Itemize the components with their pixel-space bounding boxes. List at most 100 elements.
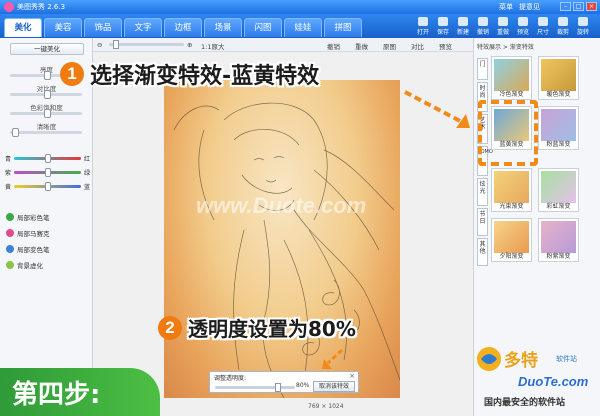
step1-badge: 1 — [60, 62, 84, 86]
tab-frame[interactable]: 边框 — [164, 18, 202, 37]
undo-button[interactable]: 撤销 — [474, 17, 492, 37]
save-button[interactable]: 保存 — [434, 17, 452, 37]
arrow-to-effect-icon — [404, 90, 470, 128]
opacity-knob[interactable] — [275, 383, 281, 392]
zoom-knob[interactable] — [113, 40, 119, 49]
site-logo-url: DuoTe.com — [518, 374, 589, 389]
yellow-blue-slider[interactable]: 黄 蓝 — [5, 182, 90, 191]
effect-thumb-label: 粉紫渐变 — [546, 253, 571, 260]
menu-link[interactable]: 菜单 — [499, 2, 513, 12]
canvas-preview-button[interactable]: 预览 — [439, 41, 452, 51]
tab-beautify[interactable]: 美化 — [4, 18, 42, 37]
size-button[interactable]: 尺寸 — [534, 17, 552, 37]
maximize-button[interactable]: □ — [573, 2, 584, 11]
opacity-panel: 调整透明度: × 80% 取消该特效 — [209, 371, 359, 393]
original-button[interactable]: 原图 — [383, 41, 396, 51]
zoom-slider[interactable] — [109, 40, 184, 49]
site-logo-icon — [477, 347, 501, 371]
effect-thumb-image — [541, 221, 576, 253]
app-logo-icon — [4, 2, 14, 12]
canvas-undo-button[interactable]: 撤销 — [327, 41, 340, 51]
main-tab-bar: 美化 美容 饰品 文字 边框 场景 闪图 娃娃 拼图 打开 保存 新建 撤销 重… — [0, 14, 600, 38]
recolor-pen-label: 局部变色笔 — [17, 246, 50, 254]
effect-thumb-image — [494, 171, 529, 203]
tab-scene[interactable]: 场景 — [204, 18, 242, 37]
cancel-effect-button[interactable]: 取消该特效 — [313, 381, 355, 392]
step1-text: 选择渐变特效-蓝黄特效 — [90, 64, 320, 89]
crop-label: 裁剪 — [556, 29, 569, 36]
tab-collage[interactable]: 拼图 — [324, 18, 362, 37]
effect-thumb[interactable]: 冷色渐变 — [491, 56, 532, 100]
title-links: 菜单 提意见 — [499, 2, 540, 12]
vtab-1[interactable]: 门 — [477, 58, 488, 80]
tab-accessories[interactable]: 饰品 — [84, 18, 122, 37]
auto-beautify-button[interactable]: 一键美化 — [10, 43, 84, 55]
step-banner-text: 第四步: — [12, 380, 101, 410]
zoom-in-icon[interactable]: ⊕ — [187, 41, 192, 49]
contrast-knob[interactable] — [44, 90, 51, 99]
local-mosaic[interactable]: 局部马赛克 — [6, 228, 50, 238]
zoom-out-icon[interactable]: ⊖ — [97, 41, 102, 49]
site-logo-sub: 软件站 — [556, 355, 577, 363]
saturation-knob[interactable] — [44, 109, 51, 118]
size-label: 尺寸 — [536, 29, 549, 36]
local-color-pen[interactable]: 局部彩色笔 — [6, 212, 50, 222]
effect-thumb[interactable]: 粉蓝渐变 — [538, 106, 579, 150]
effect-thumb-image — [494, 59, 529, 91]
opacity-value: 80% — [296, 382, 310, 389]
tab-text[interactable]: 文字 — [124, 18, 162, 37]
open-button[interactable]: 打开 — [414, 17, 432, 37]
effect-thumb[interactable]: 粉紫渐变 — [538, 218, 579, 262]
sharpness-slider[interactable] — [10, 128, 82, 137]
effect-thumb[interactable]: 彩虹渐变 — [538, 168, 579, 212]
preview-label: 预览 — [516, 29, 529, 36]
background-blur[interactable]: 背景虚化 — [6, 260, 43, 270]
preview-button[interactable]: 预览 — [514, 17, 532, 37]
opacity-slider[interactable] — [215, 383, 295, 392]
sharpness-knob[interactable] — [12, 128, 19, 137]
canvas-toolbar: ⊖ ⊕ 1:1原大 撤销 重做 原图 对比 预览 — [93, 38, 473, 52]
yellow-blue-knob[interactable] — [44, 182, 51, 191]
zoom-level[interactable]: 1:1原大 — [201, 41, 224, 51]
tab-doll[interactable]: 娃娃 — [284, 18, 322, 37]
canvas-redo-button[interactable]: 重做 — [355, 41, 368, 51]
blue-label: 蓝 — [83, 184, 90, 191]
effect-thumb[interactable]: 光束渐变 — [491, 168, 532, 212]
redo-button[interactable]: 重做 — [494, 17, 512, 37]
vtab-holiday[interactable]: 节日 — [477, 208, 488, 236]
new-button[interactable]: 新建 — [454, 17, 472, 37]
contrast-slider[interactable] — [10, 90, 82, 99]
feedback-link[interactable]: 提意见 — [519, 2, 540, 12]
cyan-red-knob[interactable] — [44, 154, 51, 163]
vtab-other[interactable]: 其他 — [477, 238, 488, 266]
effects-breadcrumb: 特效展示 > 渐变特效 — [477, 44, 534, 51]
selected-effect-highlight — [478, 100, 538, 166]
site-logo-motto: 国内最安全的软件站 — [484, 398, 566, 408]
local-recolor-pen[interactable]: 局部变色笔 — [6, 244, 50, 254]
minimize-button[interactable]: – — [560, 2, 571, 11]
edited-photo[interactable] — [164, 80, 400, 398]
cyan-red-track[interactable] — [14, 154, 81, 163]
tab-flash[interactable]: 闪图 — [244, 18, 282, 37]
yellow-blue-track[interactable] — [14, 182, 81, 191]
brightness-knob[interactable] — [44, 71, 51, 80]
effect-thumb[interactable]: 暖色渐变 — [538, 56, 579, 100]
effect-thumb-image — [541, 59, 576, 91]
tab-beauty[interactable]: 美容 — [44, 18, 82, 37]
close-button[interactable]: × — [586, 2, 597, 11]
magenta-green-track[interactable] — [14, 168, 81, 177]
blur-icon — [6, 261, 14, 269]
effect-thumb[interactable]: 夕阳渐变 — [491, 218, 532, 262]
opacity-close-icon[interactable]: × — [349, 372, 355, 380]
watermark-text: www.Duote.com — [196, 193, 367, 218]
rotate-button[interactable]: 旋转 — [574, 17, 592, 37]
magenta-green-knob[interactable] — [44, 168, 51, 177]
crop-button[interactable]: 裁剪 — [554, 17, 572, 37]
effect-thumb-label: 冷色渐变 — [499, 91, 524, 98]
compare-button[interactable]: 对比 — [411, 41, 424, 51]
magenta-green-slider[interactable]: 紫 绿 — [5, 168, 90, 177]
vtab-glow[interactable]: 炫光 — [477, 178, 488, 206]
effect-thumb-label: 夕阳渐变 — [499, 253, 524, 260]
saturation-slider[interactable] — [10, 109, 82, 118]
cyan-red-slider[interactable]: 青 红 — [5, 154, 90, 163]
